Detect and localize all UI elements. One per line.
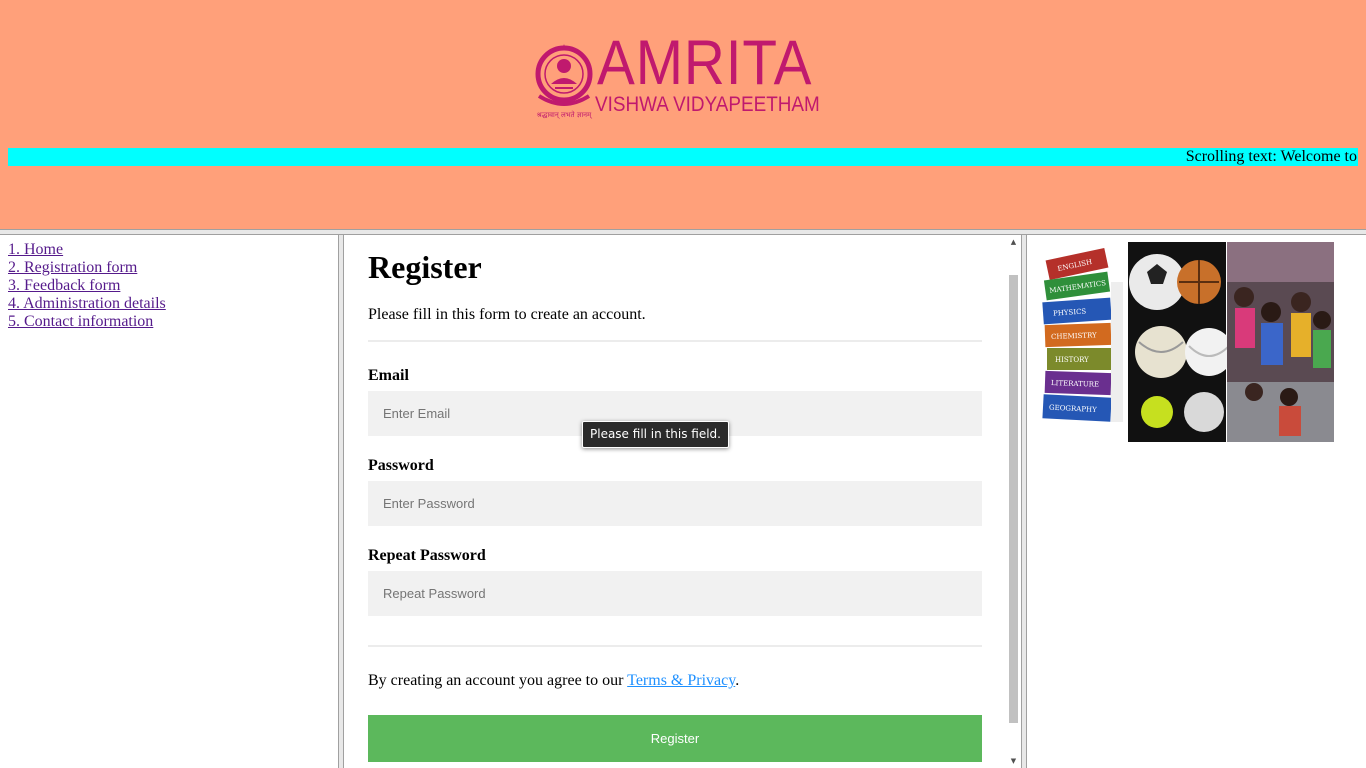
form-title: Register <box>368 249 482 285</box>
nav-item-administration: 4. Administration details <box>8 295 166 313</box>
terms-prefix: By creating an account you agree to our <box>368 672 628 689</box>
book-spine-label: CHEMISTRY <box>1051 331 1097 341</box>
students-group-icon <box>1227 242 1334 442</box>
repeat-password-label: Repeat Password <box>368 547 486 564</box>
subjects-collage: ENGLISH MATHEMATICS PHYSICS CHEMISTRY HI… <box>1039 242 1334 442</box>
logo-subtitle: VISHWA VIDYAPEETHAM <box>595 93 820 116</box>
nav-link-feedback[interactable]: 3. Feedback form <box>8 277 120 294</box>
scrolling-marquee: Scrolling text: Welcome to <box>8 148 1358 166</box>
validation-tooltip: Please fill in this field. <box>582 421 729 448</box>
register-button[interactable]: Register <box>368 715 982 762</box>
form-intro: Please fill in this form to create an ac… <box>368 306 646 323</box>
scroll-down-arrow-icon[interactable]: ▼ <box>1006 754 1021 768</box>
nav-item-contact: 5. Contact information <box>8 313 166 331</box>
nav-link-home[interactable]: 1. Home <box>8 241 63 258</box>
nav-link-contact[interactable]: 5. Contact information <box>8 313 153 330</box>
terms-suffix: . <box>735 672 740 689</box>
amrita-logo: श्रद्धावान् लभते ज्ञानम् AMRITA VISHWA V… <box>535 32 835 120</box>
book-spine-label: HISTORY <box>1055 356 1089 364</box>
marquee-text: Scrolling text: Welcome to <box>1185 148 1357 165</box>
amrita-seal-icon: श्रद्धावान् लभते ज्ञानम् <box>535 44 593 119</box>
terms-privacy-link[interactable]: Terms & Privacy <box>627 672 735 689</box>
scrollbar-thumb[interactable] <box>1009 275 1018 723</box>
form-divider <box>368 340 982 342</box>
password-input[interactable] <box>368 481 982 526</box>
scroll-up-arrow-icon[interactable]: ▲ <box>1006 235 1021 249</box>
form-divider <box>368 645 982 647</box>
terms-notice: By creating an account you agree to our … <box>368 672 739 690</box>
password-label: Password <box>368 457 434 474</box>
registration-frame: Register Please fill in this form to cre… <box>344 235 1006 768</box>
book-spine-label: LITERATURE <box>1051 379 1099 389</box>
repeat-password-input[interactable] <box>368 571 982 616</box>
nav-item-registration: 2. Registration form <box>8 259 166 277</box>
books-stack-icon: ENGLISH MATHEMATICS PHYSICS CHEMISTRY HI… <box>1039 242 1127 442</box>
logo-wordmark: AMRITA <box>597 28 813 98</box>
sports-balls-icon <box>1128 242 1233 442</box>
header-frame: श्रद्धावान् लभते ज्ञानम् AMRITA VISHWA V… <box>0 0 1366 229</box>
image-frame: ENGLISH MATHEMATICS PHYSICS CHEMISTRY HI… <box>1027 235 1366 768</box>
nav-link-registration[interactable]: 2. Registration form <box>8 259 137 276</box>
nav-list: 1. Home 2. Registration form 3. Feedback… <box>8 241 166 331</box>
nav-link-administration[interactable]: 4. Administration details <box>8 295 166 312</box>
form-scrollbar[interactable]: ▲ ▼ <box>1006 235 1021 768</box>
navigation-frame: 1. Home 2. Registration form 3. Feedback… <box>0 235 338 768</box>
logo-tagline: श्रद्धावान् लभते ज्ञानम् <box>537 110 592 119</box>
nav-item-feedback: 3. Feedback form <box>8 277 166 295</box>
email-label: Email <box>368 367 409 384</box>
nav-item-home: 1. Home <box>8 241 166 259</box>
